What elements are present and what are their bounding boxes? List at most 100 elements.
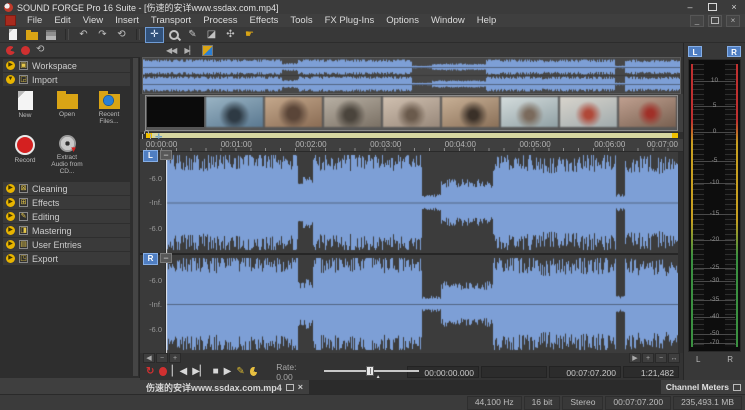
zoom-in-level-button[interactable]: + <box>642 353 654 363</box>
section-expand-icon[interactable]: ▶ <box>6 184 15 193</box>
magnify-tool-button[interactable] <box>165 28 182 42</box>
menu-fx-plug-ins[interactable]: FX Plug-Ins <box>319 14 381 27</box>
minimize-button[interactable]: – <box>679 0 701 14</box>
import-action-open[interactable]: Open <box>48 91 86 131</box>
close-document-icon[interactable]: × <box>298 383 303 392</box>
sidebar-section-editing[interactable]: ▶✎Editing <box>3 210 130 223</box>
envelope-tool-button[interactable]: ◪ <box>203 28 220 42</box>
record-arm-button[interactable]: ↻ <box>146 366 154 378</box>
go-to-end-button[interactable]: ▶▏ <box>192 366 207 378</box>
import-action-new[interactable]: New <box>6 91 44 131</box>
go-to-start-icon[interactable]: ◀◀ <box>166 46 176 55</box>
menu-edit[interactable]: Edit <box>48 14 76 27</box>
section-expand-icon[interactable]: ▼ <box>6 75 15 84</box>
left-channel-button[interactable]: L <box>143 150 158 162</box>
play-button[interactable]: ▶ <box>224 366 232 378</box>
selection-bar[interactable] <box>146 133 678 138</box>
mdi-close-button[interactable]: × <box>726 15 740 27</box>
event-tool-button[interactable]: ✣ <box>222 28 239 42</box>
right-channel-button[interactable]: R <box>143 253 158 265</box>
video-strip[interactable] <box>140 94 683 132</box>
sidebar-section-export[interactable]: ▶◳Export <box>3 252 130 265</box>
pencil-tool-button[interactable]: ✎ <box>184 28 201 42</box>
document-system-icon[interactable] <box>5 15 16 26</box>
selection-bar-track[interactable] <box>140 132 683 139</box>
channel-meters-tab[interactable]: Channel Meters <box>661 380 745 394</box>
time-ruler[interactable]: 00:00:0000:01:0000:02:0000:03:0000:04:00… <box>140 139 683 152</box>
fit-button[interactable]: ↔ <box>668 353 680 363</box>
record-arm-icon[interactable] <box>6 46 15 55</box>
import-action-record[interactable]: Record <box>6 135 44 175</box>
stop-button[interactable]: ■ <box>213 366 219 378</box>
section-expand-icon[interactable]: ▶ <box>6 254 15 263</box>
zoom-in-time-button[interactable]: + <box>169 353 181 363</box>
play-as-sample-icon[interactable]: ✎ <box>236 366 244 377</box>
menu-effects[interactable]: Effects <box>244 14 285 27</box>
close-button[interactable]: × <box>723 0 745 14</box>
repeat-button[interactable]: ⟲ <box>113 28 130 42</box>
scroll-left-button[interactable]: ◀ <box>143 353 155 363</box>
mdi-minimize-button[interactable]: _ <box>690 15 704 27</box>
save-file-button[interactable] <box>42 28 59 42</box>
play-plugin-chain-icon[interactable] <box>250 367 257 376</box>
menu-view[interactable]: View <box>77 14 109 27</box>
menu-help[interactable]: Help <box>471 14 503 27</box>
open-file-button[interactable] <box>23 28 40 42</box>
document-tab[interactable]: 伤速的安详www.ssdax.com.mp4 × <box>140 380 309 394</box>
meter-right-button[interactable]: R <box>727 46 741 57</box>
undo-button[interactable]: ↶ <box>75 28 92 42</box>
sidebar-section-label: Workspace <box>32 61 77 71</box>
rate-slider-handle[interactable] <box>366 366 374 376</box>
refresh-icon[interactable]: ⟲ <box>36 45 44 55</box>
record-icon[interactable] <box>21 46 30 55</box>
waveform-area[interactable]: L − -6.0 -Inf. -6.0 R − -6.0 -Inf. -6.0 <box>140 152 683 353</box>
sidebar-section-user-entries[interactable]: ▶▤User Entries <box>3 238 130 251</box>
meter-left-button[interactable]: L <box>688 46 702 57</box>
sidebar-section-workspace[interactable]: ▶▣Workspace <box>3 59 130 72</box>
rate-slider[interactable]: ▲ <box>324 366 402 377</box>
edit-tool-button[interactable]: ✛ <box>146 28 163 42</box>
menu-file[interactable]: File <box>21 14 48 27</box>
record-button[interactable] <box>159 367 166 376</box>
left-channel-minimize-button[interactable]: − <box>160 150 172 160</box>
go-to-start-button[interactable]: ▏◀ <box>172 366 187 378</box>
restore-document-icon[interactable] <box>286 384 294 391</box>
zoom-out-time-button[interactable]: − <box>156 353 168 363</box>
menu-tools[interactable]: Tools <box>284 14 318 27</box>
selection-blank-field[interactable] <box>481 366 547 378</box>
sidebar-section-cleaning[interactable]: ▶⊠Cleaning <box>3 182 130 195</box>
menu-transport[interactable]: Transport <box>145 14 197 27</box>
import-action-recent-files[interactable]: Recent Files... <box>90 91 128 131</box>
redo-button[interactable]: ↷ <box>94 28 111 42</box>
right-channel-waveform[interactable] <box>166 255 678 353</box>
maximize-button[interactable] <box>701 0 723 14</box>
section-expand-icon[interactable]: ▶ <box>6 226 15 235</box>
float-meters-icon[interactable] <box>733 384 741 391</box>
snap-icon[interactable] <box>203 46 212 55</box>
zoom-out-level-button[interactable]: − <box>655 353 667 363</box>
section-expand-icon[interactable]: ▶ <box>6 240 15 249</box>
mdi-restore-button[interactable] <box>708 15 722 27</box>
menu-options[interactable]: Options <box>380 14 425 27</box>
left-channel-waveform[interactable] <box>166 152 678 253</box>
menu-window[interactable]: Window <box>425 14 471 27</box>
section-expand-icon[interactable]: ▶ <box>6 212 15 221</box>
right-channel-minimize-button[interactable]: − <box>160 253 172 263</box>
import-action-extract-audio-from-cd[interactable]: Extract Audio from CD... <box>48 135 86 175</box>
sidebar-section-effects[interactable]: ▶⊞Effects <box>3 196 130 209</box>
sidebar-section-mastering[interactable]: ▶◨Mastering <box>3 224 130 237</box>
touch-tool-button[interactable]: ☛ <box>241 28 258 42</box>
menu-process[interactable]: Process <box>197 14 243 27</box>
go-to-end-icon[interactable]: ▶▏ <box>184 46 194 55</box>
new-file-button[interactable] <box>4 28 21 42</box>
section-expand-icon[interactable]: ▶ <box>6 61 15 70</box>
sidebar-scrollbar[interactable] <box>133 58 138 376</box>
menu-insert[interactable]: Insert <box>109 14 145 27</box>
sidebar-section-import[interactable]: ▼◲Import <box>3 73 130 86</box>
selection-end-field[interactable]: 00:07:07.200 <box>549 366 621 378</box>
selection-handle-right[interactable] <box>672 133 678 138</box>
overview-waveform[interactable] <box>142 57 681 94</box>
section-expand-icon[interactable]: ▶ <box>6 198 15 207</box>
overview-waveform-canvas[interactable] <box>143 58 680 93</box>
scroll-right-button[interactable]: ▶ <box>629 353 641 363</box>
